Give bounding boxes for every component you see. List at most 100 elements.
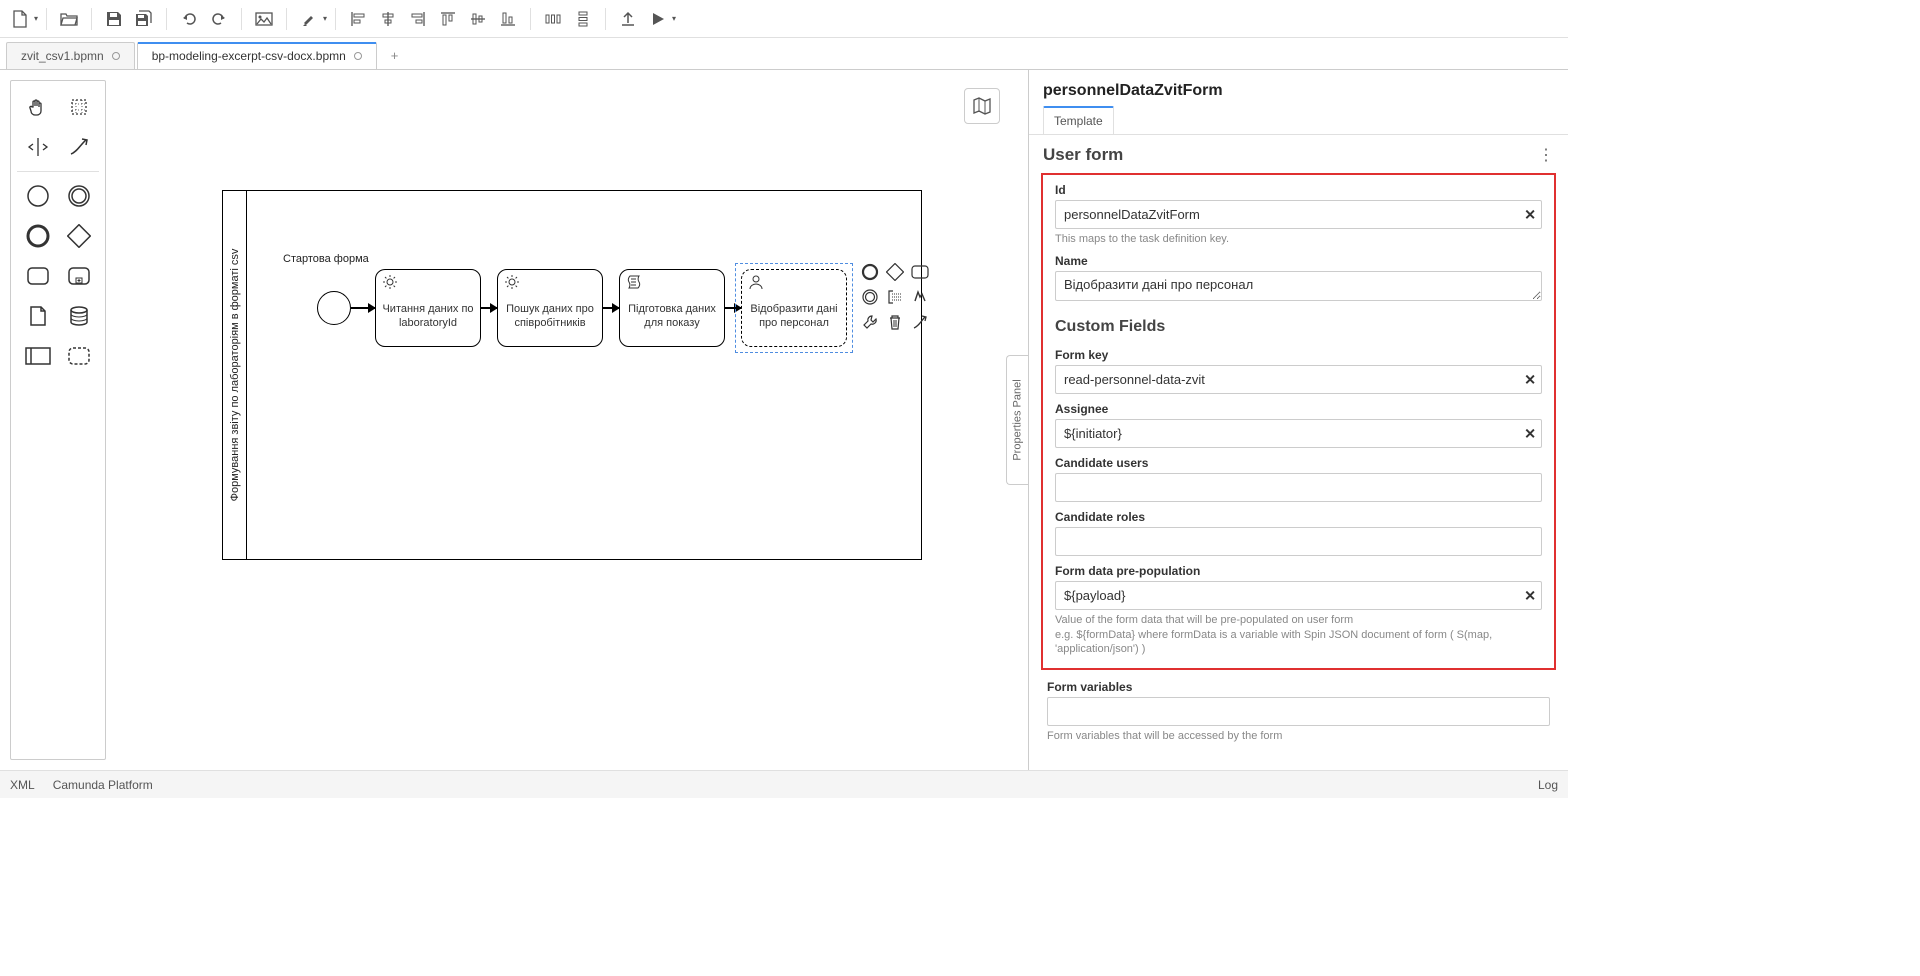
highlight-caret[interactable]: ▾ — [323, 14, 327, 23]
candidate-roles-field-group: Candidate roles — [1049, 506, 1548, 560]
tab-template[interactable]: Template — [1043, 106, 1114, 134]
align-right-button[interactable] — [404, 5, 432, 33]
panel-element-id: personnelDataZvitForm — [1029, 70, 1568, 106]
file-tab-0[interactable]: zvit_csv1.bpmn — [6, 42, 135, 69]
sequence-flow[interactable] — [351, 307, 375, 309]
change-type-icon[interactable] — [909, 286, 931, 308]
connect-tool-icon[interactable] — [63, 131, 95, 163]
assignee-label: Assignee — [1055, 402, 1542, 416]
redo-button[interactable] — [205, 5, 233, 33]
file-tab-1-label: bp-modeling-excerpt-csv-docx.bpmn — [152, 49, 346, 63]
data-object-icon[interactable] — [22, 300, 54, 332]
append-intermediate-event-icon[interactable] — [859, 286, 881, 308]
task-label: Підготовка даних для показу — [626, 303, 718, 331]
id-field-group: Id ✕ This maps to the task definition ke… — [1049, 179, 1548, 250]
id-hint: This maps to the task definition key. — [1055, 232, 1542, 246]
wrench-icon[interactable] — [859, 311, 881, 333]
participant-icon[interactable] — [22, 340, 54, 372]
connect-icon[interactable] — [909, 311, 931, 333]
service-task-1[interactable]: Читання даних по laboratoryId — [375, 269, 481, 347]
candidate-roles-label: Candidate roles — [1055, 510, 1542, 524]
append-task-icon[interactable] — [909, 261, 931, 283]
script-task-3[interactable]: Підготовка даних для показу — [619, 269, 725, 347]
start-event-icon[interactable] — [22, 180, 54, 212]
candidate-users-field-group: Candidate users — [1049, 452, 1548, 506]
assignee-input[interactable] — [1055, 419, 1542, 448]
user-task-4-selected[interactable]: Відобразити дані про персонал — [741, 269, 847, 347]
pool-label-column: Формування звіту по лабораторіям в форма… — [223, 191, 247, 559]
properties-panel: personnelDataZvitForm Template User form… — [1028, 70, 1568, 770]
save-all-button[interactable] — [130, 5, 158, 33]
status-log-button[interactable]: Log — [1538, 778, 1558, 792]
run-button[interactable] — [644, 5, 672, 33]
custom-fields-title: Custom Fields — [1055, 312, 1542, 340]
new-file-caret[interactable]: ▾ — [34, 14, 38, 23]
add-tab-button[interactable]: + — [379, 42, 411, 69]
align-left-button[interactable] — [344, 5, 372, 33]
align-bottom-button[interactable] — [494, 5, 522, 33]
section-menu-icon[interactable]: ⋮ — [1538, 145, 1554, 165]
candidate-users-input[interactable] — [1055, 473, 1542, 502]
intermediate-event-icon[interactable] — [63, 180, 95, 212]
data-store-icon[interactable] — [63, 300, 95, 332]
gateway-icon[interactable] — [63, 220, 95, 252]
bpmn-pool[interactable]: Формування звіту по лабораторіям в форма… — [222, 190, 922, 560]
lasso-tool-icon[interactable] — [63, 91, 95, 123]
clear-icon[interactable]: ✕ — [1524, 587, 1536, 604]
task-icon[interactable] — [22, 260, 54, 292]
align-center-h-button[interactable] — [374, 5, 402, 33]
form-variables-input[interactable] — [1047, 697, 1550, 726]
status-xml-button[interactable]: XML — [10, 778, 35, 792]
prepop-label: Form data pre-population — [1055, 564, 1542, 578]
upload-button[interactable] — [614, 5, 642, 33]
clear-icon[interactable]: ✕ — [1524, 206, 1536, 223]
task-label: Пошук даних про співробітників — [504, 303, 596, 331]
tab-dirty-indicator-icon — [354, 52, 362, 60]
new-file-button[interactable] — [6, 5, 34, 33]
sub-process-icon[interactable] — [63, 260, 95, 292]
save-button[interactable] — [100, 5, 128, 33]
user-form-section-header: User form ⋮ — [1029, 135, 1568, 171]
align-center-v-button[interactable] — [464, 5, 492, 33]
prepop-input[interactable] — [1055, 581, 1542, 610]
align-top-button[interactable] — [434, 5, 462, 33]
undo-button[interactable] — [175, 5, 203, 33]
open-button[interactable] — [55, 5, 83, 33]
name-input[interactable]: Відобразити дані про персонал — [1055, 271, 1542, 301]
clear-icon[interactable]: ✕ — [1524, 371, 1536, 388]
start-event-shape[interactable] — [317, 291, 351, 325]
diagram-canvas[interactable]: Формування звіту по лабораторіям в форма… — [116, 70, 1028, 770]
distribute-h-button[interactable] — [539, 5, 567, 33]
service-task-2[interactable]: Пошук даних про співробітників — [497, 269, 603, 347]
delete-icon[interactable] — [884, 311, 906, 333]
image-button[interactable] — [250, 5, 278, 33]
run-caret[interactable]: ▾ — [672, 14, 676, 23]
form-key-input[interactable] — [1055, 365, 1542, 394]
sequence-flow[interactable] — [603, 307, 619, 309]
hand-tool-icon[interactable] — [22, 91, 54, 123]
file-tab-1[interactable]: bp-modeling-excerpt-csv-docx.bpmn — [137, 42, 377, 69]
top-toolbar: ▾ ▾ ▾ — [0, 0, 1568, 38]
minimap-toggle-button[interactable] — [964, 88, 1000, 124]
candidate-roles-input[interactable] — [1055, 527, 1542, 556]
task-label: Читання даних по laboratoryId — [382, 303, 474, 331]
sequence-flow[interactable] — [481, 307, 497, 309]
append-end-event-icon[interactable] — [859, 261, 881, 283]
sequence-flow[interactable] — [725, 307, 741, 309]
id-input[interactable] — [1055, 200, 1542, 229]
highlighted-properties-group: Id ✕ This maps to the task definition ke… — [1041, 173, 1556, 670]
highlight-button[interactable] — [295, 5, 323, 33]
form-variables-hint: Form variables that will be accessed by … — [1047, 729, 1550, 743]
group-icon[interactable] — [63, 340, 95, 372]
form-key-label: Form key — [1055, 348, 1542, 362]
distribute-v-button[interactable] — [569, 5, 597, 33]
properties-panel-toggle[interactable]: Properties Panel — [1006, 355, 1028, 485]
start-event-label: Стартова форма — [283, 253, 369, 265]
space-tool-icon[interactable] — [22, 131, 54, 163]
annotation-icon[interactable] — [884, 286, 906, 308]
clear-icon[interactable]: ✕ — [1524, 425, 1536, 442]
task-label: Відобразити дані про персонал — [748, 303, 840, 331]
append-gateway-icon[interactable] — [884, 261, 906, 283]
status-platform-label[interactable]: Camunda Platform — [53, 778, 153, 792]
end-event-icon[interactable] — [22, 220, 54, 252]
